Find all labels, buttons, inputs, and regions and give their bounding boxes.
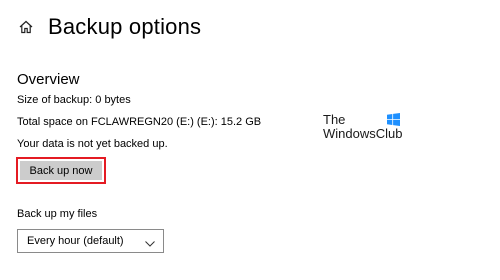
windows-logo-icon [387,113,400,126]
backup-size-text: Size of backup: 0 bytes [17,94,131,106]
back-up-now-button[interactable]: Back up now [20,161,102,180]
page-title: Backup options [48,14,202,39]
title-row: Backup options [18,14,201,40]
backup-frequency-dropdown[interactable]: Every hour (default) [17,229,164,253]
total-space-text: Total space on FCLAWREGN20 (E:) (E:): 15… [17,116,262,128]
backup-button-highlight: Back up now [16,157,106,184]
watermark-line1: The [323,112,346,127]
back-up-files-label: Back up my files [17,208,98,220]
home-icon[interactable] [18,19,34,35]
backup-status-text: Your data is not yet backed up. [17,138,168,150]
backup-options-page: Backup options Overview Size of backup: … [0,0,500,280]
backup-frequency-value: Every hour (default) [27,235,124,247]
chevron-down-icon [145,238,155,247]
overview-heading: Overview [17,71,80,88]
thewindowsclub-watermark: The WindowsClub [323,112,413,144]
watermark-line2: WindowsClub [323,126,403,141]
